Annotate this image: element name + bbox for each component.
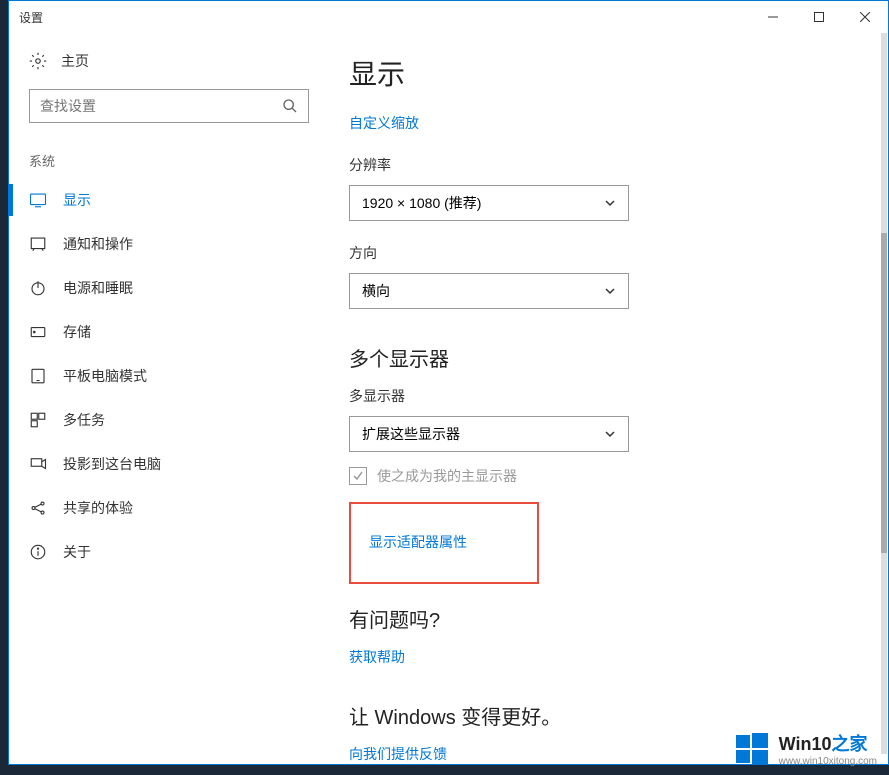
make-main-display-checkbox: 使之成为我的主显示器	[349, 466, 848, 486]
home-label: 主页	[61, 51, 89, 71]
sidebar-item-notifications[interactable]: 通知和操作	[9, 222, 309, 266]
minimize-icon	[768, 12, 778, 22]
maximize-button[interactable]	[796, 2, 842, 32]
orientation-group: 方向 横向	[349, 243, 848, 309]
resolution-label: 分辨率	[349, 155, 848, 175]
chevron-down-icon	[604, 428, 616, 440]
home-button[interactable]: 主页	[29, 51, 309, 71]
sidebar-item-projecting[interactable]: 投影到这台电脑	[9, 442, 309, 486]
multi-displays-value: 扩展这些显示器	[362, 424, 460, 444]
sidebar-item-label: 平板电脑模式	[63, 366, 147, 386]
search-icon	[282, 98, 298, 114]
chevron-down-icon	[604, 197, 616, 209]
sidebar-item-label: 存储	[63, 322, 91, 342]
sidebar-item-label: 关于	[63, 542, 91, 562]
windows-logo-icon	[735, 732, 769, 766]
orientation-select[interactable]: 横向	[349, 273, 629, 309]
close-icon	[860, 12, 870, 22]
sidebar-item-tablet[interactable]: 平板电脑模式	[9, 354, 309, 398]
sidebar-item-label: 通知和操作	[63, 234, 133, 254]
sidebar-item-display[interactable]: 显示	[9, 178, 309, 222]
notification-icon	[29, 235, 47, 253]
sidebar-item-label: 电源和睡眠	[63, 278, 133, 298]
search-input[interactable]	[40, 98, 282, 114]
sidebar-item-about[interactable]: 关于	[9, 530, 309, 574]
content-area: 主页 系统 显示 通知和操作 电源和睡眠	[9, 33, 888, 764]
sidebar-item-shared[interactable]: 共享的体验	[9, 486, 309, 530]
resolution-value: 1920 × 1080 (推荐)	[362, 193, 481, 213]
sidebar: 主页 系统 显示 通知和操作 电源和睡眠	[9, 33, 329, 764]
get-help-link[interactable]: 获取帮助	[349, 647, 405, 667]
resolution-group: 分辨率 1920 × 1080 (推荐)	[349, 155, 848, 221]
nav-list: 显示 通知和操作 电源和睡眠 存储 平板电脑模式	[9, 178, 309, 574]
multitask-icon	[29, 411, 47, 429]
watermark-url: www.win10xitong.com	[779, 756, 877, 767]
sidebar-item-label: 共享的体验	[63, 498, 133, 518]
make-main-display-label: 使之成为我的主显示器	[377, 466, 517, 486]
sidebar-item-label: 多任务	[63, 410, 105, 430]
watermark: Win10之家 www.win10xitong.com	[735, 730, 877, 767]
sidebar-item-power[interactable]: 电源和睡眠	[9, 266, 309, 310]
custom-scaling-link[interactable]: 自定义缩放	[349, 113, 419, 133]
tablet-icon	[29, 367, 47, 385]
info-icon	[29, 543, 47, 561]
watermark-brand: Win10之家	[779, 730, 877, 756]
search-input-box[interactable]	[29, 89, 309, 123]
scrollbar[interactable]	[881, 33, 887, 754]
minimize-button[interactable]	[750, 2, 796, 32]
section-label: 系统	[29, 151, 309, 170]
highlight-annotation: 显示适配器属性	[349, 502, 539, 584]
close-button[interactable]	[842, 2, 888, 32]
sidebar-item-multitask[interactable]: 多任务	[9, 398, 309, 442]
chevron-down-icon	[604, 285, 616, 297]
adapter-properties-link[interactable]: 显示适配器属性	[369, 532, 467, 552]
sidebar-item-label: 投影到这台电脑	[63, 454, 161, 474]
sidebar-item-storage[interactable]: 存储	[9, 310, 309, 354]
settings-window: 设置 主页 系统 显示	[8, 0, 889, 765]
window-title: 设置	[19, 9, 750, 26]
monitor-icon	[29, 191, 47, 209]
titlebar: 设置	[9, 1, 888, 33]
sidebar-item-label: 显示	[63, 190, 91, 210]
projecting-icon	[29, 455, 47, 473]
multi-displays-select[interactable]: 扩展这些显示器	[349, 416, 629, 452]
gear-icon	[29, 52, 47, 70]
orientation-label: 方向	[349, 243, 848, 263]
resolution-select[interactable]: 1920 × 1080 (推荐)	[349, 185, 629, 221]
orientation-value: 横向	[362, 281, 390, 301]
page-title: 显示	[349, 53, 848, 93]
share-icon	[29, 499, 47, 517]
multi-displays-heading: 多个显示器	[349, 343, 848, 372]
improve-heading: 让 Windows 变得更好。	[349, 701, 848, 730]
checkbox-icon	[349, 467, 367, 485]
main-panel: 显示 自定义缩放 分辨率 1920 × 1080 (推荐) 方向 横向 多个显示…	[329, 33, 888, 764]
questions-heading: 有问题吗?	[349, 604, 848, 633]
watermark-text: Win10之家 www.win10xitong.com	[779, 730, 877, 767]
feedback-link[interactable]: 向我们提供反馈	[349, 744, 447, 764]
power-icon	[29, 279, 47, 297]
check-icon	[352, 470, 364, 482]
scrollbar-thumb[interactable]	[881, 233, 887, 553]
storage-icon	[29, 323, 47, 341]
maximize-icon	[814, 12, 824, 22]
multi-displays-label: 多显示器	[349, 386, 848, 406]
